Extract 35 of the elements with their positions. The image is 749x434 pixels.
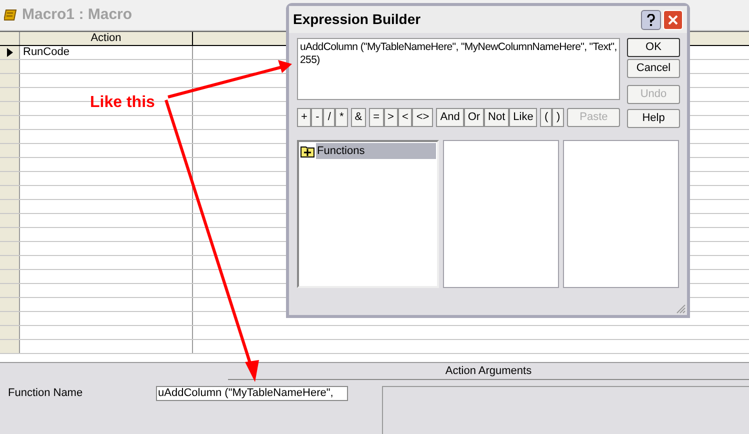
operator-button[interactable]: * — [335, 108, 348, 127]
row-selector[interactable] — [0, 46, 20, 59]
operator-button[interactable]: = — [369, 108, 384, 127]
operator-button[interactable]: < — [398, 108, 412, 127]
operator-button[interactable]: <> — [412, 108, 434, 127]
operator-button[interactable]: ( — [540, 108, 552, 127]
help-button[interactable] — [641, 10, 661, 30]
operator-button[interactable]: & — [350, 108, 366, 127]
resize-grip-icon — [676, 304, 686, 314]
operator-button[interactable]: / — [323, 108, 336, 127]
dialog-title: Expression Builder — [293, 10, 422, 29]
macro-icon — [4, 9, 18, 21]
tree-item[interactable]: Functions — [316, 143, 436, 159]
input-field[interactable]: uAddColumn ("MyTableNameHere", — [156, 386, 348, 401]
help-icon — [647, 14, 655, 26]
operator-button[interactable]: Like — [509, 108, 538, 127]
operator-button[interactable]: ) — [552, 108, 564, 127]
operator-button[interactable]: - — [311, 108, 324, 127]
table-cell: RunCode — [20, 46, 193, 59]
close-icon — [668, 14, 678, 24]
operator-button[interactable]: Not — [484, 108, 510, 127]
section-header: Action Arguments — [228, 363, 749, 380]
operator-button[interactable]: + — [297, 108, 312, 127]
dialog-button[interactable]: Cancel — [627, 59, 680, 78]
dialog-button[interactable]: OK — [627, 38, 680, 57]
annotation-label: Like this — [90, 93, 155, 113]
operator-button[interactable]: > — [384, 108, 398, 127]
operator-button[interactable]: Or — [464, 108, 484, 127]
close-button[interactable] — [663, 10, 683, 30]
field-label: Function Name — [7, 386, 84, 402]
column-header: Action — [20, 32, 193, 45]
operator-button[interactable]: And — [436, 108, 464, 127]
window-title: Macro1 : Macro — [22, 4, 132, 25]
expression-box[interactable]: uAddColumn ("MyTableNameHere", "MyNewColumnNameHere", "Text", 255) — [297, 38, 620, 100]
dialog-button[interactable]: Help — [627, 109, 680, 128]
